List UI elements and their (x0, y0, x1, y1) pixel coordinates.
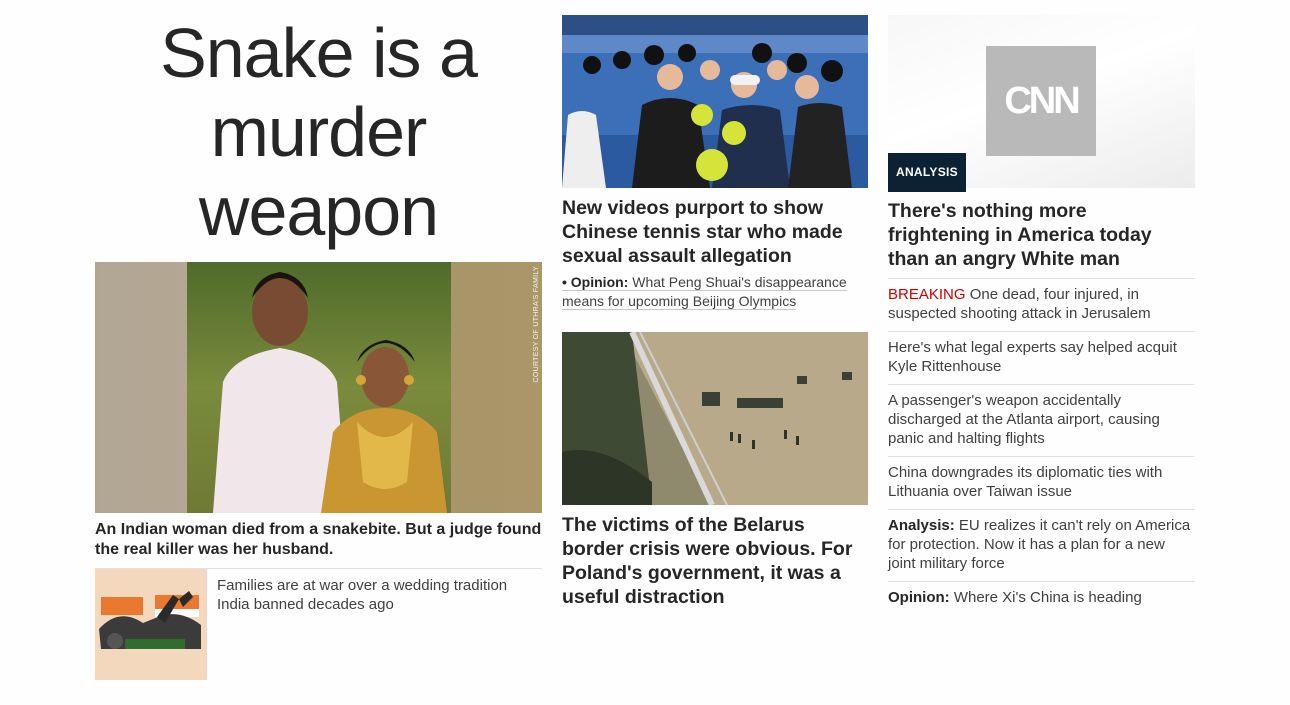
tennis-story-headline[interactable]: New videos purport to show Chinese tenni… (562, 196, 868, 268)
list-item[interactable]: Analysis: EU realizes it can't rely on A… (888, 509, 1195, 581)
hero-headline[interactable]: Snake is a murder weapon (95, 14, 542, 251)
breaking-label: BREAKING (888, 286, 966, 303)
hero-image[interactable]: COURTESY OF UTHRA'S FAMILY (95, 262, 542, 513)
opinion-label: Opinion: (570, 274, 629, 290)
list-item[interactable]: China downgrades its diplomatic ties wit… (888, 456, 1195, 509)
headline-list: BREAKING One dead, four injured, in susp… (888, 278, 1195, 615)
cnn-logo: CNN (986, 46, 1096, 156)
analysis-headline[interactable]: There's nothing more frightening in Amer… (888, 199, 1188, 271)
sub-story-thumbnail[interactable] (95, 569, 207, 680)
opinion-label: Opinion: (888, 589, 950, 606)
list-item[interactable]: A passenger's weapon accidentally discha… (888, 384, 1195, 456)
tennis-story-image[interactable] (562, 15, 868, 188)
belarus-story-headline[interactable]: The victims of the Belarus border crisis… (562, 513, 868, 609)
hero-caption-link[interactable]: An Indian woman died from a snakebite. B… (95, 520, 542, 560)
list-item[interactable]: Here's what legal experts say helped acq… (888, 331, 1195, 384)
list-item[interactable]: Opinion: Where Xi's China is heading (888, 581, 1195, 615)
opinion-link[interactable]: • Opinion: What Peng Shuai's disappearan… (562, 273, 862, 311)
border-story-image[interactable] (562, 332, 868, 505)
sub-story-link[interactable]: Families are at war over a wedding tradi… (217, 576, 537, 614)
analysis-badge: ANALYSIS (888, 153, 966, 192)
list-item[interactable]: BREAKING One dead, four injured, in susp… (888, 278, 1195, 331)
image-credit: COURTESY OF UTHRA'S FAMILY (533, 266, 540, 383)
analysis-label: Analysis: (888, 517, 955, 534)
